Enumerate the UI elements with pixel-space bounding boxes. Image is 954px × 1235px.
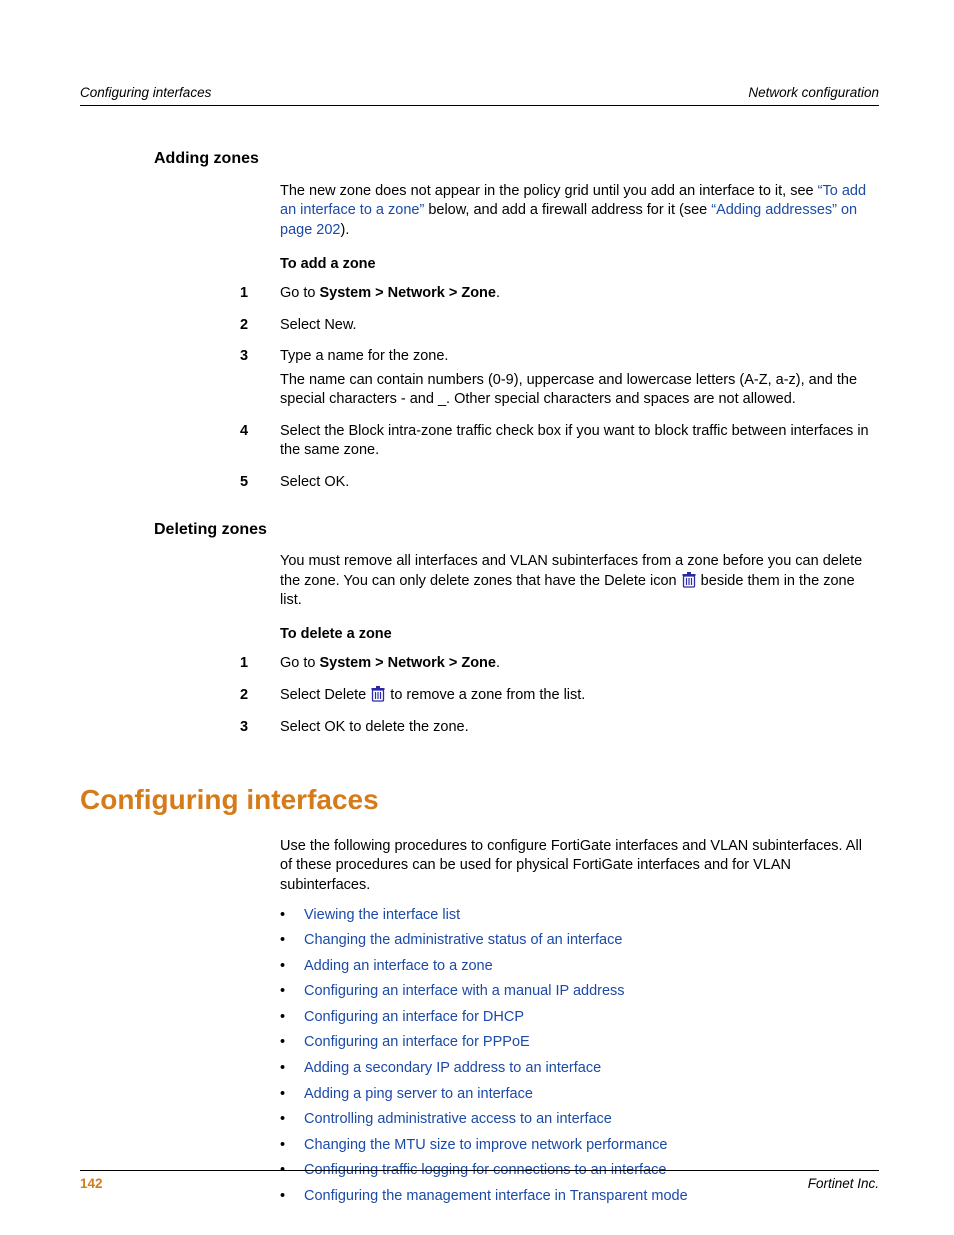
text: The name can contain numbers (0-9), uppe…: [280, 371, 869, 410]
header-left: Configuring interfaces: [80, 84, 211, 102]
step-body: Select the Block intra-zone traffic chec…: [280, 422, 869, 465]
bullet-dot: •: [280, 1110, 304, 1130]
step-body: Go to System > Network > Zone.: [280, 654, 869, 678]
step: 3 Select OK to delete the zone.: [240, 718, 869, 742]
step-number: 2: [240, 686, 280, 706]
step: 1 Go to System > Network > Zone.: [240, 654, 869, 678]
page-number: 142: [80, 1175, 103, 1193]
step-body: Select OK.: [280, 473, 869, 497]
text: below, and add a firewall address for it…: [424, 202, 711, 218]
link-viewing-interface-list[interactable]: Viewing the interface list: [304, 906, 460, 926]
text: Select New.: [280, 316, 869, 336]
step-number: 2: [240, 316, 280, 336]
heading-configuring-interfaces: Configuring interfaces: [80, 781, 879, 819]
link-ping-server[interactable]: Adding a ping server to an interface: [304, 1085, 533, 1105]
list-item: •Controlling administrative access to an…: [280, 1110, 869, 1130]
footer-brand: Fortinet Inc.: [808, 1175, 879, 1193]
step-number: 3: [240, 718, 280, 738]
bullet-dot: •: [280, 1085, 304, 1105]
list-item: •Viewing the interface list: [280, 906, 869, 926]
footer: 142 Fortinet Inc.: [80, 1170, 879, 1193]
bullet-dot: •: [280, 931, 304, 951]
bullet-dot: •: [280, 982, 304, 1002]
text: Select Delete: [280, 687, 370, 703]
step: 5 Select OK.: [240, 473, 869, 497]
step: 1 Go to System > Network > Zone.: [240, 284, 869, 308]
trash-icon: [371, 686, 385, 702]
list-item: •Adding an interface to a zone: [280, 957, 869, 977]
step-body: Type a name for the zone. The name can c…: [280, 347, 869, 414]
text: Select the Block intra-zone traffic chec…: [280, 422, 869, 461]
heading-adding-zones: Adding zones: [154, 148, 879, 170]
text: ).: [340, 222, 349, 238]
proc-title-add-zone: To add a zone: [280, 255, 869, 275]
text: .: [496, 285, 500, 301]
text: Go to: [280, 285, 320, 301]
bullet-dot: •: [280, 1059, 304, 1079]
text: Go to: [280, 655, 320, 671]
text: Select OK to delete the zone.: [280, 718, 869, 738]
text: Select OK.: [280, 473, 869, 493]
step-number: 3: [240, 347, 280, 367]
list-item: •Changing the MTU size to improve networ…: [280, 1136, 869, 1156]
link-pppoe[interactable]: Configuring an interface for PPPoE: [304, 1033, 530, 1053]
running-head: Configuring interfaces Network configura…: [80, 84, 879, 106]
step-body: Select Delete to remove a zone from the …: [280, 686, 869, 710]
step-body: Select OK to delete the zone.: [280, 718, 869, 742]
heading-deleting-zones: Deleting zones: [154, 519, 879, 541]
step: 2 Select New.: [240, 316, 869, 340]
configuring-intro: Use the following procedures to configur…: [280, 837, 869, 896]
list-item: •Configuring an interface for DHCP: [280, 1008, 869, 1028]
step: 2 Select Delete to remove a zone from th…: [240, 686, 869, 710]
list-item: •Configuring an interface with a manual …: [280, 982, 869, 1002]
step-body: Go to System > Network > Zone.: [280, 284, 869, 308]
list-item: •Adding a secondary IP address to an int…: [280, 1059, 869, 1079]
bullet-dot: •: [280, 1136, 304, 1156]
deleting-zones-intro: You must remove all interfaces and VLAN …: [280, 552, 869, 611]
bullet-dot: •: [280, 906, 304, 926]
link-secondary-ip[interactable]: Adding a secondary IP address to an inte…: [304, 1059, 601, 1079]
link-changing-admin-status[interactable]: Changing the administrative status of an…: [304, 931, 622, 951]
bullet-dot: •: [280, 1033, 304, 1053]
bullet-dot: •: [280, 1008, 304, 1028]
link-manual-ip[interactable]: Configuring an interface with a manual I…: [304, 982, 625, 1002]
list-item: •Adding a ping server to an interface: [280, 1085, 869, 1105]
step-number: 5: [240, 473, 280, 493]
header-right: Network configuration: [748, 84, 879, 102]
list-item: •Configuring an interface for PPPoE: [280, 1033, 869, 1053]
menu-path: System > Network > Zone: [320, 285, 496, 301]
step: 3 Type a name for the zone. The name can…: [240, 347, 869, 414]
link-mtu[interactable]: Changing the MTU size to improve network…: [304, 1136, 667, 1156]
proc-title-delete-zone: To delete a zone: [280, 625, 869, 645]
step-body: Select New.: [280, 316, 869, 340]
link-admin-access[interactable]: Controlling administrative access to an …: [304, 1110, 612, 1130]
menu-path: System > Network > Zone: [320, 655, 496, 671]
step-number: 1: [240, 654, 280, 674]
text: The new zone does not appear in the poli…: [280, 183, 818, 199]
adding-zones-intro: The new zone does not appear in the poli…: [280, 182, 869, 241]
text: Type a name for the zone.: [280, 347, 869, 367]
step: 4 Select the Block intra-zone traffic ch…: [240, 422, 869, 465]
list-item: •Changing the administrative status of a…: [280, 931, 869, 951]
text: .: [496, 655, 500, 671]
link-adding-interface-to-zone[interactable]: Adding an interface to a zone: [304, 957, 493, 977]
link-dhcp[interactable]: Configuring an interface for DHCP: [304, 1008, 524, 1028]
trash-icon: [682, 572, 696, 588]
step-number: 4: [240, 422, 280, 442]
bullet-dot: •: [280, 957, 304, 977]
text: to remove a zone from the list.: [386, 687, 585, 703]
step-number: 1: [240, 284, 280, 304]
